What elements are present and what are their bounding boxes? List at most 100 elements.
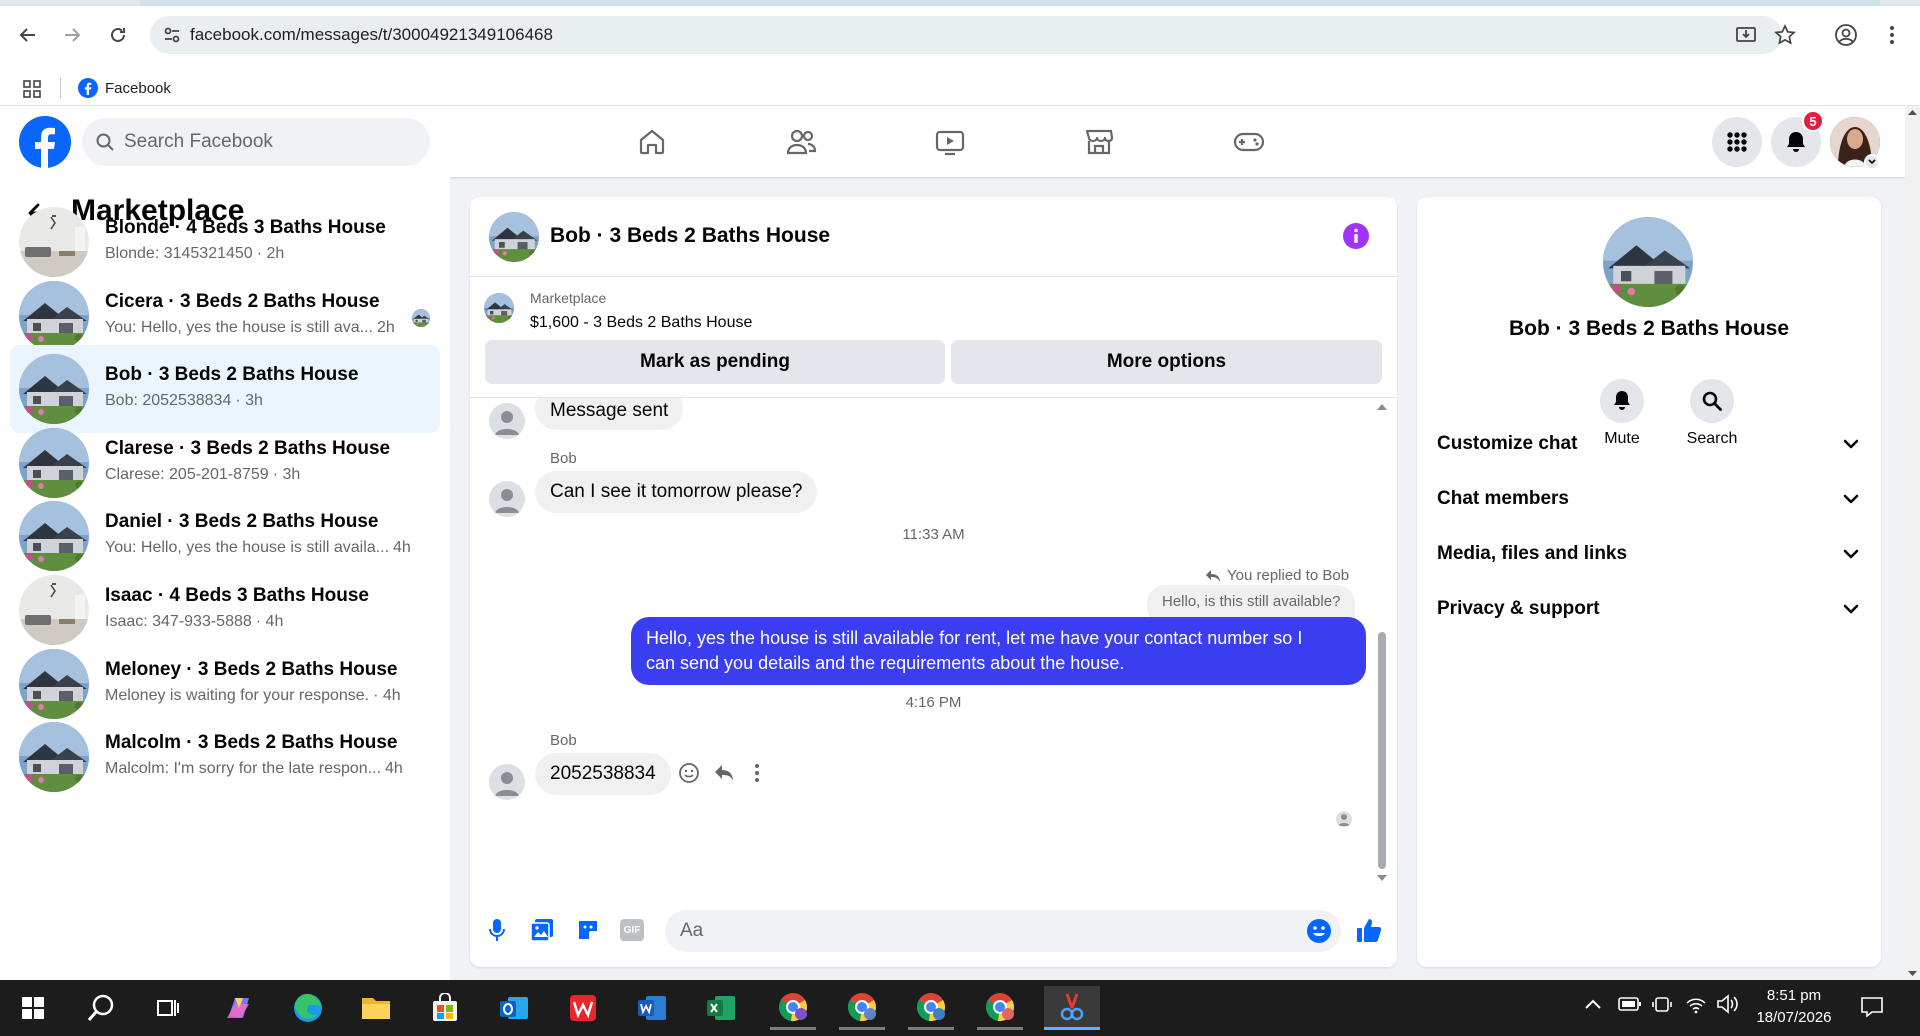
- info-section-media-files-and-links[interactable]: Media, files and links: [1437, 532, 1861, 576]
- chrome-profile-icon[interactable]: [839, 986, 885, 1030]
- tray-overflow-chevron-icon[interactable]: [1584, 998, 1602, 1010]
- conversation-snippet-text: You: Hello, yes the house is still ava..…: [105, 318, 373, 336]
- message-bubble[interactable]: Message sent: [535, 398, 684, 430]
- wifi-icon[interactable]: [1685, 994, 1707, 1014]
- file-explorer-icon[interactable]: [353, 986, 399, 1030]
- word-icon[interactable]: [629, 986, 675, 1030]
- menu-grid-icon: [1727, 132, 1747, 152]
- search-in-conversation-button[interactable]: [1690, 379, 1734, 423]
- emoji-icon[interactable]: [1306, 918, 1332, 944]
- conversation-thumbnail: [19, 207, 89, 277]
- facebook-logo-icon[interactable]: [19, 116, 71, 168]
- bookmark-star-icon[interactable]: [1774, 24, 1796, 46]
- conversation-info-icon[interactable]: [1343, 223, 1369, 249]
- nav-marketplace-icon[interactable]: [1075, 118, 1123, 166]
- outlook-icon[interactable]: [491, 986, 537, 1030]
- bell-icon: [1787, 132, 1805, 152]
- info-section-privacy-support[interactable]: Privacy & support: [1437, 587, 1861, 631]
- nav-gaming-icon[interactable]: [1225, 118, 1273, 166]
- chat-scrollbar-thumb[interactable]: [1378, 632, 1386, 869]
- replied-label: You replied to Bob: [1227, 567, 1350, 584]
- page-scrollbar[interactable]: [1905, 106, 1920, 980]
- battery-icon[interactable]: [1618, 996, 1642, 1012]
- reply-icon[interactable]: [713, 763, 735, 783]
- edge-icon[interactable]: [285, 986, 331, 1030]
- messages-area: Message sent Bob Can I see it tomorrow p…: [470, 398, 1397, 894]
- reload-icon[interactable]: [104, 21, 132, 49]
- forward-icon[interactable]: [58, 21, 86, 49]
- facebook-search-input[interactable]: Search Facebook: [82, 118, 430, 166]
- conversation-time: · 4h: [373, 686, 401, 704]
- scroll-down-icon[interactable]: [1376, 873, 1388, 887]
- listing-price[interactable]: $1,600 - 3 Beds 2 Baths House: [530, 314, 752, 332]
- microsoft-store-icon[interactable]: [422, 986, 468, 1030]
- apps-grid-icon[interactable]: [23, 80, 41, 98]
- volume-icon[interactable]: [1716, 993, 1740, 1015]
- info-section-label: Chat members: [1437, 488, 1569, 509]
- windows-start-icon[interactable]: [10, 986, 56, 1030]
- excel-icon[interactable]: [698, 986, 744, 1030]
- message-more-icon[interactable]: [754, 763, 760, 783]
- conversation-title: Bob · 3 Beds 2 Baths House: [105, 364, 359, 386]
- chrome-profile-icon[interactable]: [977, 986, 1023, 1030]
- info-section-chat-members[interactable]: Chat members: [1437, 477, 1861, 521]
- browser-menu-icon[interactable]: [1888, 24, 1896, 46]
- chrome-profile-icon[interactable]: [908, 986, 954, 1030]
- info-section-label: Privacy & support: [1437, 598, 1600, 619]
- conversation-snippet: Blonde: 3145321450 · 2h: [105, 245, 284, 263]
- chat-avatar[interactable]: [489, 212, 539, 262]
- my-message-bubble[interactable]: Hello, yes the house is still available …: [631, 617, 1366, 685]
- mark-as-pending-button[interactable]: Mark as pending: [485, 340, 945, 384]
- chat-title[interactable]: Bob · 3 Beds 2 Baths House: [550, 224, 830, 248]
- microphone-icon[interactable]: [487, 917, 507, 943]
- listing-thumbnail[interactable]: [484, 293, 514, 323]
- task-view-icon[interactable]: [145, 986, 191, 1030]
- site-settings-icon[interactable]: [162, 25, 182, 45]
- copilot-icon[interactable]: [216, 986, 262, 1030]
- attach-photo-icon[interactable]: [530, 918, 554, 942]
- chrome-profile-icon[interactable]: [770, 986, 816, 1030]
- info-avatar[interactable]: [1603, 217, 1693, 307]
- react-emoji-icon[interactable]: [678, 762, 700, 784]
- message-input[interactable]: Aa: [665, 910, 1341, 952]
- info-section-label: Media, files and links: [1437, 543, 1628, 564]
- info-section-customize-chat[interactable]: Customize chat: [1437, 422, 1861, 466]
- scroll-up-icon[interactable]: [1376, 402, 1388, 416]
- back-icon[interactable]: [14, 21, 42, 49]
- conversation-title: Cicera · 3 Beds 2 Baths House: [105, 290, 380, 312]
- wps-office-icon[interactable]: [560, 986, 606, 1030]
- bookmark-label: Facebook: [105, 79, 171, 97]
- taskbar-clock[interactable]: 8:51 pm 18/07/2026: [1756, 985, 1832, 1029]
- info-title: Bob · 3 Beds 2 Baths House: [1508, 317, 1790, 340]
- info-section-label: Customize chat: [1437, 433, 1578, 454]
- notification-center-icon[interactable]: [1860, 995, 1884, 1019]
- like-thumb-icon[interactable]: [1355, 916, 1383, 944]
- nav-home-icon[interactable]: [628, 118, 676, 166]
- notification-badge: 5: [1802, 110, 1824, 132]
- profile-icon[interactable]: [1834, 23, 1858, 47]
- snipping-tool-icon[interactable]: [1044, 986, 1100, 1030]
- more-options-button[interactable]: More options: [951, 340, 1382, 384]
- message-bubble[interactable]: Can I see it tomorrow please?: [535, 471, 818, 513]
- conversation-thumbnail: [19, 575, 89, 645]
- conversation-title: Clarese · 3 Beds 2 Baths House: [105, 437, 391, 459]
- conversation-snippet-text: Clarese: 205-201-8759: [105, 465, 269, 483]
- taskbar-search-icon[interactable]: [78, 986, 124, 1030]
- menu-grid-button[interactable]: [1712, 117, 1762, 167]
- message-bubble[interactable]: 2052538834: [535, 753, 671, 795]
- reply-indicator: You replied to Bob: [1205, 567, 1349, 584]
- account-chevron-icon[interactable]: [1864, 154, 1880, 170]
- nav-friends-icon[interactable]: [777, 118, 825, 166]
- bookmark-facebook[interactable]: Facebook: [78, 78, 171, 98]
- conversation-item[interactable]: Malcolm · 3 Beds 2 Baths House Malcolm: I…: [10, 713, 440, 801]
- gif-button[interactable]: GIF: [620, 919, 644, 941]
- install-app-icon[interactable]: [1735, 24, 1757, 46]
- address-bar[interactable]: facebook.com/messages/t/3000492134910646…: [150, 16, 1782, 54]
- conversation-snippet: You: Hello, yes the house is still ava..…: [105, 319, 395, 337]
- tablet-mode-icon[interactable]: [1652, 993, 1672, 1015]
- sticker-icon[interactable]: [576, 918, 600, 942]
- mute-button[interactable]: [1600, 379, 1644, 423]
- reply-arrow-icon: [1206, 569, 1220, 582]
- nav-video-icon[interactable]: [926, 118, 974, 166]
- conversation-snippet-text: Isaac: 347-933-5888: [105, 613, 252, 630]
